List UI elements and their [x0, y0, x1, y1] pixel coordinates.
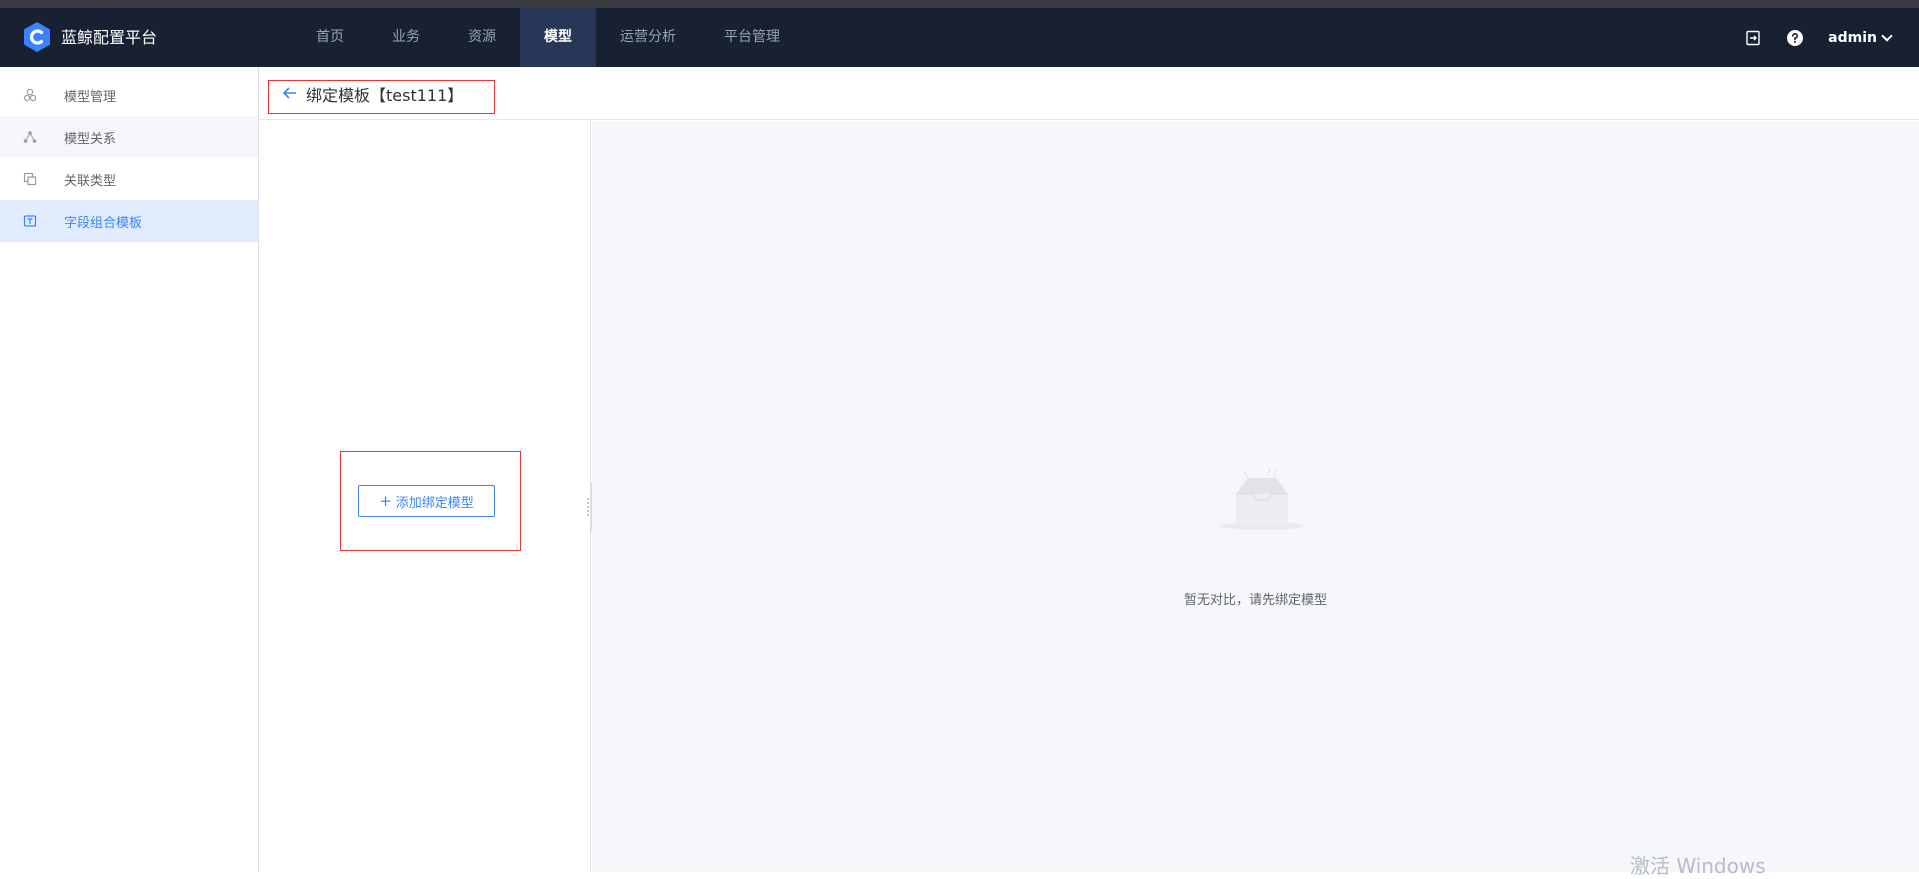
- main-nav: 首页 业务 资源 模型 运营分析 平台管理: [292, 8, 804, 67]
- nav-model[interactable]: 模型: [520, 8, 596, 67]
- add-bound-model-label: 添加绑定模型: [395, 495, 474, 511]
- nav-operation-analysis[interactable]: 运营分析: [596, 8, 700, 67]
- model-relation-icon: [22, 129, 38, 145]
- model-manage-icon: [22, 87, 38, 103]
- page-title: 绑定模板【test111】: [306, 86, 464, 105]
- empty-state-text: 暂无对比，请先绑定模型: [1183, 593, 1327, 608]
- logo-icon: [24, 22, 50, 52]
- sidebar-item-model-relation[interactable]: 模型关系: [0, 116, 258, 158]
- nav-home[interactable]: 首页: [292, 8, 368, 67]
- nav-resource[interactable]: 资源: [444, 8, 520, 67]
- sidebar-item-association-type[interactable]: 关联类型: [0, 158, 258, 200]
- header-actions: admin: [1744, 8, 1919, 67]
- nav-platform-manage[interactable]: 平台管理: [700, 8, 804, 67]
- sidebar-item-label: 字段组合模板: [64, 215, 143, 231]
- username: admin: [1828, 29, 1877, 46]
- comparison-panel: 暂无对比，请先绑定模型: [592, 121, 1919, 872]
- top-navbar: 蓝鲸配置平台 首页 业务 资源 模型 运营分析 平台管理 admin: [0, 8, 1919, 67]
- empty-box-icon: [1220, 467, 1304, 530]
- association-type-icon: [22, 171, 38, 187]
- bound-models-panel: + 添加绑定模型: [260, 121, 591, 872]
- chevron-down-icon: [1881, 29, 1893, 42]
- windows-activation-watermark: 激活 Windows: [1630, 854, 1766, 878]
- back-arrow-icon[interactable]: [282, 85, 298, 104]
- sidebar: 模型管理 模型关系 关联类型 字段组合模板: [0, 67, 259, 872]
- help-icon[interactable]: [1786, 29, 1804, 47]
- sidebar-item-field-template[interactable]: 字段组合模板: [0, 200, 258, 242]
- user-menu[interactable]: admin: [1828, 29, 1893, 46]
- page-header: 绑定模板【test111】: [260, 67, 1919, 120]
- nav-business[interactable]: 业务: [368, 8, 444, 67]
- field-template-icon: [22, 213, 38, 229]
- breadcrumb: 绑定模板【test111】: [282, 79, 463, 109]
- add-bound-model-button[interactable]: + 添加绑定模型: [358, 485, 495, 517]
- window-top-strip: [0, 0, 1919, 8]
- sidebar-item-label: 模型关系: [64, 131, 117, 147]
- sidebar-item-label: 模型管理: [64, 89, 117, 105]
- plus-icon: +: [379, 492, 392, 510]
- sidebar-item-label: 关联类型: [64, 173, 117, 189]
- sidebar-item-model-manage[interactable]: 模型管理: [0, 74, 258, 116]
- logout-icon[interactable]: [1744, 29, 1762, 47]
- brand-name[interactable]: 蓝鲸配置平台: [61, 8, 157, 67]
